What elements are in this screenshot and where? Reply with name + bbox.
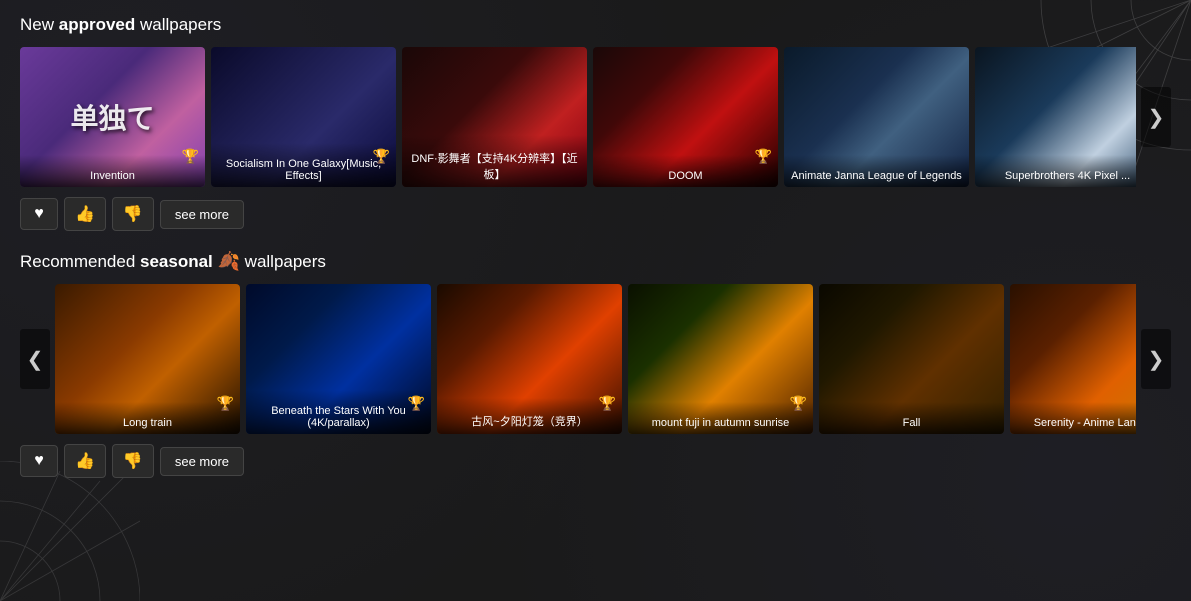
- wallpaper-caption: Serenity - Anime Landscape: [1010, 402, 1136, 434]
- wallpaper-gufeng[interactable]: 古风~夕阳灯笼（竞界） 🏆: [437, 284, 622, 434]
- trophy-icon: 🏆: [599, 395, 616, 412]
- wallpaper-invention[interactable]: Invention 🏆: [20, 47, 205, 187]
- page-wrapper: New approved wallpapers Invention 🏆 Soci…: [0, 0, 1191, 513]
- wallpaper-socialism[interactable]: Socialism In One Galaxy[Music, Effects] …: [211, 47, 396, 187]
- trophy-icon: 🏆: [755, 148, 772, 165]
- title-prefix: Recommended: [20, 252, 140, 271]
- wallpaper-caption: DNF·影舞者【支持4K分辨率】【近板】: [402, 135, 587, 187]
- seasonal-see-more-button[interactable]: see more: [160, 447, 244, 476]
- approved-carousel: Invention 🏆 Socialism In One Galaxy[Musi…: [20, 47, 1171, 187]
- wallpaper-caption: Fall: [819, 402, 1004, 434]
- wallpaper-caption: mount fuji in autumn sunrise: [628, 402, 813, 434]
- wallpaper-caption: Animate Janna League of Legends: [784, 155, 969, 187]
- approved-section: New approved wallpapers Invention 🏆 Soci…: [20, 15, 1171, 231]
- title-bold: seasonal: [140, 252, 213, 271]
- trophy-icon: 🏆: [408, 395, 425, 412]
- approved-next-arrow[interactable]: ❯: [1141, 87, 1171, 147]
- seasonal-prev-arrow[interactable]: ❮: [20, 329, 50, 389]
- trophy-icon: 🏆: [790, 395, 807, 412]
- thumbsup-button[interactable]: 👍: [64, 444, 106, 478]
- wallpaper-fall[interactable]: Fall: [819, 284, 1004, 434]
- wallpaper-inner: Serenity - Anime Landscape 🏆: [1010, 284, 1136, 434]
- approved-see-more-button[interactable]: see more: [160, 200, 244, 229]
- wallpaper-doom[interactable]: DOOM 🏆: [593, 47, 778, 187]
- wallpaper-caption: Beneath the Stars With You (4K/parallax): [246, 390, 431, 434]
- like-button[interactable]: ♥: [20, 445, 58, 477]
- title-suffix: wallpapers: [135, 15, 221, 34]
- wallpaper-mountfuji[interactable]: mount fuji in autumn sunrise 🏆: [628, 284, 813, 434]
- title-bold: approved: [59, 15, 136, 34]
- wallpaper-caption: Invention: [20, 155, 205, 187]
- seasonal-emoji: 🍂: [218, 251, 240, 271]
- approved-wallpaper-row: Invention 🏆 Socialism In One Galaxy[Musi…: [20, 47, 1136, 187]
- seasonal-next-arrow[interactable]: ❯: [1141, 329, 1171, 389]
- trophy-icon: 🏆: [182, 148, 199, 165]
- like-button[interactable]: ♥: [20, 198, 58, 230]
- seasonal-wallpaper-row: Long train 🏆 Beneath the Stars With You …: [55, 284, 1136, 434]
- wallpaper-inner: 古风~夕阳灯笼（竞界） 🏆: [437, 284, 622, 434]
- seasonal-section: Recommended seasonal 🍂 wallpapers ❮ Long…: [20, 251, 1171, 478]
- wallpaper-inner: Beneath the Stars With You (4K/parallax)…: [246, 284, 431, 434]
- approved-section-title: New approved wallpapers: [20, 15, 1171, 35]
- wallpaper-longtrain[interactable]: Long train 🏆: [55, 284, 240, 434]
- wallpaper-inner: Fall: [819, 284, 1004, 434]
- wallpaper-dnf[interactable]: DNF·影舞者【支持4K分辨率】【近板】: [402, 47, 587, 187]
- wallpaper-inner: Invention 🏆: [20, 47, 205, 187]
- wallpaper-inner: Socialism In One Galaxy[Music, Effects] …: [211, 47, 396, 187]
- wallpaper-caption: Superbrothers 4K Pixel ...: [975, 155, 1136, 187]
- title-prefix: New: [20, 15, 59, 34]
- wallpaper-inner: Long train 🏆: [55, 284, 240, 434]
- wallpaper-superbrothers[interactable]: Superbrothers 4K Pixel ...: [975, 47, 1136, 187]
- wallpaper-caption: 古风~夕阳灯笼（竞界）: [437, 398, 622, 434]
- wallpaper-janna[interactable]: Animate Janna League of Legends: [784, 47, 969, 187]
- wallpaper-inner: mount fuji in autumn sunrise 🏆: [628, 284, 813, 434]
- wallpaper-inner: DOOM 🏆: [593, 47, 778, 187]
- title-suffix: wallpapers: [240, 252, 326, 271]
- wallpaper-inner: Superbrothers 4K Pixel ...: [975, 47, 1136, 187]
- thumbsdown-button[interactable]: 👎: [112, 444, 154, 478]
- seasonal-actions: ♥ 👍 👎 see more: [20, 444, 1171, 478]
- trophy-icon: 🏆: [217, 395, 234, 412]
- wallpaper-inner: Animate Janna League of Legends: [784, 47, 969, 187]
- trophy-icon: 🏆: [373, 148, 390, 165]
- wallpaper-caption: Long train: [55, 402, 240, 434]
- wallpaper-caption: Socialism In One Galaxy[Music, Effects]: [211, 143, 396, 187]
- seasonal-carousel: ❮ Long train 🏆 Beneath the Stars With Yo…: [20, 284, 1171, 434]
- wallpaper-caption: DOOM: [593, 155, 778, 187]
- wallpaper-inner: DNF·影舞者【支持4K分辨率】【近板】: [402, 47, 587, 187]
- seasonal-section-title: Recommended seasonal 🍂 wallpapers: [20, 251, 1171, 272]
- thumbsdown-button[interactable]: 👎: [112, 197, 154, 231]
- wallpaper-beneath[interactable]: Beneath the Stars With You (4K/parallax)…: [246, 284, 431, 434]
- wallpaper-serenity[interactable]: Serenity - Anime Landscape 🏆: [1010, 284, 1136, 434]
- approved-actions: ♥ 👍 👎 see more: [20, 197, 1171, 231]
- thumbsup-button[interactable]: 👍: [64, 197, 106, 231]
